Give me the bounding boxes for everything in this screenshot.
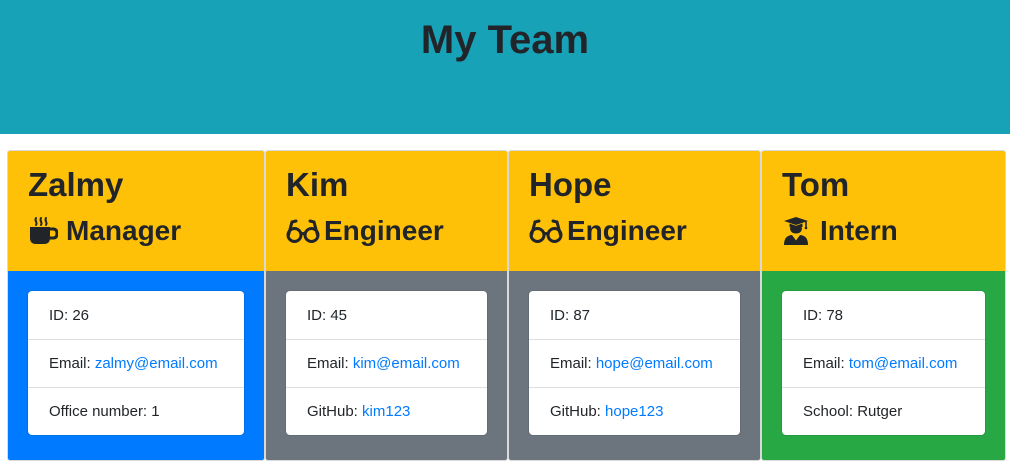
school-item: School: Rutger [782,387,985,435]
email-item: Email: kim@email.com [286,339,487,387]
employee-card-hope: Hope Engineer ID: 87 Email: hope@email.c [508,150,761,461]
email-label: Email: [49,355,95,372]
email-label: Email: [550,355,596,372]
employee-card-tom: Tom Intern ID: 78 Email: tom@email.com S… [761,150,1006,461]
github-label: GitHub: [307,403,363,420]
email-link[interactable]: zalmy@email.com [95,355,218,372]
employee-card-zalmy: Zalmy Manager ID: 26 Email: zalmy@email. [7,150,265,461]
employee-name: Hope [529,166,612,203]
id-text: ID: 78 [803,306,844,324]
card-header: Tom Intern [762,151,1005,271]
team-banner: My Team [0,0,1010,134]
email-item: Email: zalmy@email.com [28,339,244,387]
github-label: GitHub: [550,403,606,420]
graduate-icon [782,216,816,246]
employee-name: Kim [286,166,349,203]
card-header: Kim Engineer [266,151,507,271]
role-label: Manager [66,215,182,246]
employee-name: Tom [782,166,850,203]
role-label: Engineer [324,215,444,246]
card-header: Hope Engineer [509,151,760,271]
glasses-icon [529,216,563,246]
info-list: ID: 87 Email: hope@email.com GitHub: hop… [529,291,740,435]
role-label: Intern [820,215,898,246]
office-number-item: Office number: 1 [28,387,244,435]
employee-role: Engineer [286,213,444,249]
email-link[interactable]: hope@email.com [596,355,713,372]
employee-card-kim: Kim Engineer ID: 45 Email: kim@email.com [265,150,508,461]
role-label: Engineer [567,215,687,246]
email-item: Email: hope@email.com [529,339,740,387]
employee-role: Engineer [529,213,687,249]
id-item: ID: 78 [782,291,985,339]
school-text: School: Rutger [803,403,903,420]
card-body: ID: 87 Email: hope@email.com GitHub: hop… [509,271,760,460]
glasses-icon [286,216,320,246]
github-item: GitHub: kim123 [286,387,487,435]
email-link[interactable]: kim@email.com [353,355,460,372]
id-item: ID: 87 [529,291,740,339]
page-title: My Team [420,18,590,62]
info-list: ID: 78 Email: tom@email.com School: Rutg… [782,291,985,435]
id-text: ID: 87 [550,306,591,324]
mug-hot-icon [28,216,62,246]
office-number-text: Office number: 1 [49,403,160,420]
info-list: ID: 26 Email: zalmy@email.com Office num… [28,291,244,435]
email-link[interactable]: tom@email.com [849,355,958,372]
github-item: GitHub: hope123 [529,387,740,435]
email-label: Email: [307,355,353,372]
email-label: Email: [803,355,849,372]
github-link[interactable]: hope123 [605,403,663,420]
email-item: Email: tom@email.com [782,339,985,387]
info-list: ID: 45 Email: kim@email.com GitHub: kim1… [286,291,487,435]
id-text: ID: 45 [307,306,348,324]
id-text: ID: 26 [49,306,90,324]
card-body: ID: 26 Email: zalmy@email.com Office num… [8,271,264,460]
employee-role: Intern [782,213,898,249]
card-body: ID: 45 Email: kim@email.com GitHub: kim1… [266,271,507,460]
id-item: ID: 26 [28,291,244,339]
github-link[interactable]: kim123 [362,403,410,420]
id-item: ID: 45 [286,291,487,339]
card-header: Zalmy Manager [8,151,264,271]
employee-name: Zalmy [28,166,124,203]
card-body: ID: 78 Email: tom@email.com School: Rutg… [762,271,1005,460]
employee-role: Manager [28,213,181,249]
